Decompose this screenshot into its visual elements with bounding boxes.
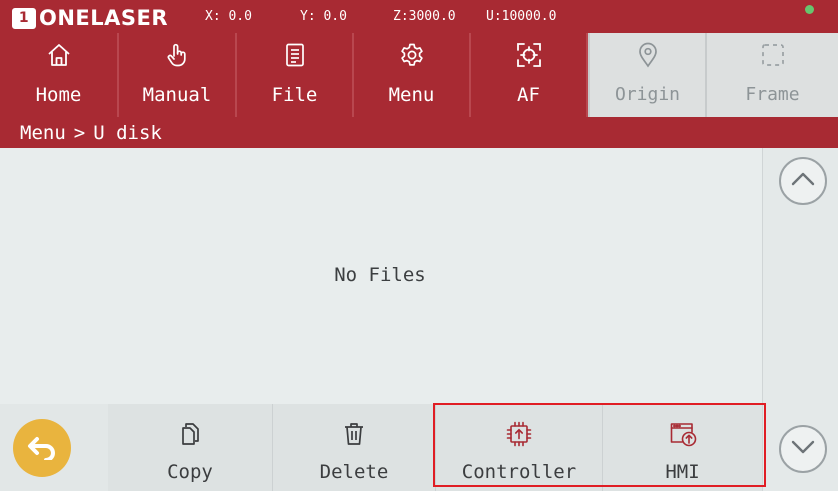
scroll-up-button[interactable] xyxy=(779,157,827,205)
hand-pointer-icon xyxy=(164,42,190,68)
dashed-frame-icon xyxy=(760,42,786,68)
controller-label: Controller xyxy=(461,461,577,483)
nav-af-label: AF xyxy=(517,84,540,106)
bottom-toolbar: Copy Delete Controller HMI xyxy=(0,404,762,491)
nav-frame-button[interactable]: Frame xyxy=(705,33,838,117)
laser-controller-screen: 1 ONELASER X: 0.0 Y: 0.0 Z:3000.0 U:1000… xyxy=(0,0,838,491)
chevron-down-icon xyxy=(790,439,816,460)
brand-mark: 1 xyxy=(12,7,36,29)
breadcrumb-parent: Menu xyxy=(20,121,66,144)
nav-origin-label: Origin xyxy=(614,84,681,105)
breadcrumb: Menu > U disk xyxy=(0,117,838,148)
empty-state-text: No Files xyxy=(334,264,426,286)
x-coordinate: X: 0.0 xyxy=(205,9,252,24)
hmi-update-button[interactable]: HMI xyxy=(602,404,762,491)
empty-state: No Files xyxy=(0,264,760,286)
status-bar: 1 ONELASER X: 0.0 Y: 0.0 Z:3000.0 U:1000… xyxy=(0,0,838,33)
nav-file-label: File xyxy=(271,84,318,106)
delete-label: Delete xyxy=(319,461,389,483)
delete-button[interactable]: Delete xyxy=(272,404,435,491)
nav-frame-label: Frame xyxy=(745,84,800,105)
main-nav: Home Manual File Menu AF Origin Frame xyxy=(0,33,838,117)
copy-label: Copy xyxy=(167,461,213,483)
undo-arrow-icon xyxy=(26,432,58,465)
scroll-down-button[interactable] xyxy=(779,425,827,473)
x-label: X: xyxy=(205,9,221,24)
breadcrumb-separator: > xyxy=(73,121,86,144)
chevron-up-icon xyxy=(790,171,816,192)
breadcrumb-current: U disk xyxy=(93,121,162,144)
brand-name: ONELASER xyxy=(39,6,169,30)
copy-button[interactable]: Copy xyxy=(108,404,272,491)
header-bar: 1 ONELASER X: 0.0 Y: 0.0 Z:3000.0 U:1000… xyxy=(0,0,838,148)
nav-manual-label: Manual xyxy=(142,84,212,106)
location-pin-icon xyxy=(637,42,659,68)
u-coordinate: U:10000.0 xyxy=(486,9,556,24)
nav-menu-button[interactable]: Menu xyxy=(354,33,471,117)
brand-logo: 1 ONELASER xyxy=(12,6,168,30)
z-value: 3000.0 xyxy=(408,9,456,24)
controller-update-button[interactable]: Controller xyxy=(435,404,602,491)
z-coordinate: Z:3000.0 xyxy=(393,9,456,24)
y-value: 0.0 xyxy=(323,9,347,24)
trash-icon xyxy=(342,421,366,447)
nav-menu-label: Menu xyxy=(388,84,435,106)
y-coordinate: Y: 0.0 xyxy=(300,9,347,24)
copy-icon xyxy=(179,421,201,447)
y-label: Y: xyxy=(300,9,316,24)
nav-af-button[interactable]: AF xyxy=(471,33,588,117)
nav-home-button[interactable]: Home xyxy=(0,33,119,117)
home-icon xyxy=(46,42,72,68)
window-upload-icon xyxy=(668,421,698,447)
scroll-column xyxy=(762,148,838,491)
chip-upload-icon xyxy=(505,421,533,447)
nav-manual-button[interactable]: Manual xyxy=(119,33,237,117)
document-icon xyxy=(283,42,307,68)
u-label: U: xyxy=(486,9,502,24)
gear-icon xyxy=(399,42,425,68)
z-label: Z: xyxy=(393,9,409,24)
back-button[interactable] xyxy=(13,419,71,477)
autofocus-target-icon xyxy=(515,42,543,68)
hmi-label: HMI xyxy=(665,461,700,483)
nav-file-button[interactable]: File xyxy=(237,33,354,117)
nav-home-label: Home xyxy=(35,84,82,106)
u-value: 10000.0 xyxy=(501,9,557,24)
nav-origin-button[interactable]: Origin xyxy=(588,33,705,117)
x-value: 0.0 xyxy=(228,9,252,24)
status-led xyxy=(805,5,814,14)
